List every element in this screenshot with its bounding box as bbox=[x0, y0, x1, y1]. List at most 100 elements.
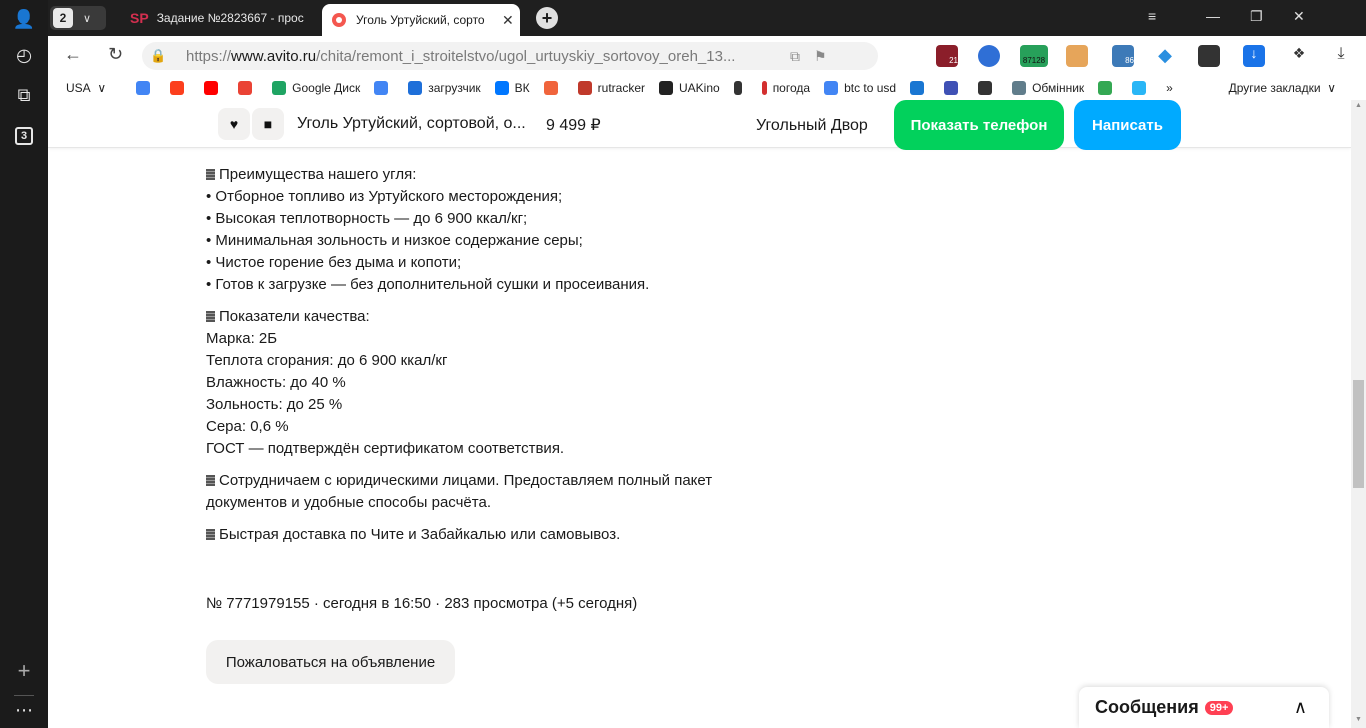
page-scrollbar[interactable]: ▲ ▼ bbox=[1351, 100, 1366, 728]
chess-icon bbox=[733, 81, 742, 95]
google-icon bbox=[824, 81, 839, 95]
region-selector[interactable]: USA ∨ bbox=[66, 81, 106, 95]
ext-badge: 87128 bbox=[1022, 56, 1046, 65]
bookmark-item[interactable] bbox=[910, 81, 930, 95]
collections-icon[interactable]: ⧉ bbox=[8, 80, 40, 110]
menu-icon[interactable]: ≡ bbox=[1148, 8, 1156, 24]
url-field[interactable]: 🔒 https://www.avito.ru/chita/remont_i_st… bbox=[142, 42, 878, 70]
bookmark-item[interactable] bbox=[733, 81, 748, 95]
address-bar: ← ↻ 🔒 https://www.avito.ru/chita/remont_… bbox=[48, 36, 1366, 76]
add-panel-icon[interactable]: + bbox=[8, 656, 40, 686]
quality-item: ГОСТ — подтверждён сертификатом соответс… bbox=[206, 440, 565, 457]
bookmark-item[interactable]: UAKino bbox=[659, 81, 720, 95]
tab-count-button[interactable]: 2 ∨ bbox=[50, 6, 106, 30]
quality-item: Марка: 2Б bbox=[206, 330, 278, 347]
ext-face-icon[interactable] bbox=[1066, 45, 1088, 67]
bullet-square-icon bbox=[206, 311, 215, 322]
bookmark-item[interactable] bbox=[543, 81, 564, 95]
bookmark-icon[interactable]: ⚑ bbox=[814, 48, 827, 65]
ad-price: 9 499 ₽ bbox=[546, 117, 601, 134]
favorite-heart-icon[interactable]: ♥ bbox=[218, 108, 250, 140]
bookmark-item[interactable] bbox=[978, 81, 998, 95]
bookmarks-overflow[interactable]: » bbox=[1166, 81, 1173, 95]
ext-network-icon[interactable] bbox=[978, 45, 1000, 67]
region-label: USA bbox=[66, 81, 91, 95]
bookmark-item[interactable] bbox=[204, 81, 224, 95]
avito-favicon-icon bbox=[332, 13, 346, 27]
vk-icon bbox=[494, 81, 509, 95]
ext-price-icon[interactable]: 87128 bbox=[1020, 45, 1048, 67]
profile-icon[interactable]: 👤 bbox=[8, 4, 40, 34]
p-icon bbox=[910, 81, 925, 95]
messages-panel[interactable]: Сообщения 99+ ∧ bbox=[1079, 687, 1329, 728]
scrollbar-thumb[interactable] bbox=[1353, 380, 1364, 488]
url-path: /chita/remont_i_stroitelstvo/ugol_urtuys… bbox=[316, 47, 736, 65]
advantage-item: • Чистое горение без дыма и копоти; bbox=[206, 254, 462, 271]
url-host: www.avito.ru bbox=[231, 47, 317, 65]
scroll-up-icon[interactable]: ▲ bbox=[1355, 102, 1362, 109]
show-phone-button[interactable]: Показать телефон bbox=[894, 100, 1064, 150]
lock-icon[interactable]: 🔒 bbox=[150, 48, 170, 64]
history-icon[interactable]: ◴ bbox=[8, 40, 40, 70]
bookmark-item[interactable]: Обмінник bbox=[1012, 81, 1084, 95]
tabs-count-badge[interactable]: 3 bbox=[15, 127, 33, 145]
bookmark-item[interactable] bbox=[1098, 81, 1118, 95]
advantage-item: • Минимальная зольность и низкое содержа… bbox=[206, 232, 583, 249]
copy-icon[interactable]: ⧉ bbox=[790, 48, 800, 65]
reload-icon[interactable]: ↻ bbox=[108, 44, 123, 65]
bookmark-item[interactable]: загрузчик bbox=[408, 81, 481, 95]
ad-title[interactable]: Уголь Уртуйский, сортовой, о... bbox=[297, 115, 526, 133]
ext-download-icon[interactable]: ↓ bbox=[1243, 45, 1265, 67]
seller-name[interactable]: Угольный Двор bbox=[756, 117, 868, 135]
bookmark-item[interactable] bbox=[136, 81, 156, 95]
rutracker-icon bbox=[577, 81, 592, 95]
new-tab-icon[interactable]: + bbox=[536, 7, 558, 29]
bookmark-item[interactable]: ВК bbox=[494, 81, 530, 95]
advantage-item: • Отборное топливо из Уртуйского месторо… bbox=[206, 188, 563, 205]
close-tab-icon[interactable]: ✕ bbox=[502, 12, 514, 29]
bookmark-item[interactable]: Google Диск bbox=[272, 81, 360, 95]
delivery-text: Быстрая доставка по Чите и Забайкалью ил… bbox=[219, 526, 621, 543]
close-window-icon[interactable]: ✕ bbox=[1293, 8, 1305, 25]
ad-meta: № 7771979155 · сегодня в 16:50 · 283 про… bbox=[206, 595, 638, 612]
bookmark-item[interactable] bbox=[170, 81, 190, 95]
quality-item: Теплота сгорания: до 6 900 ккал/кг bbox=[206, 352, 448, 369]
other-bookmarks-label: Другие закладки bbox=[1228, 81, 1321, 95]
bookmark-item[interactable] bbox=[374, 81, 394, 95]
minimize-icon[interactable]: — bbox=[1206, 8, 1220, 24]
bookmarks-bar: USA ∨ Google Диск загрузчик ВК rutracker… bbox=[48, 76, 1366, 100]
tab-task[interactable]: SP Задание №2823667 - прос bbox=[130, 4, 320, 32]
write-message-button[interactable]: Написать bbox=[1074, 100, 1181, 150]
restore-icon[interactable]: ❐ bbox=[1250, 8, 1263, 25]
maps-icon bbox=[1098, 81, 1113, 95]
bookmark-item[interactable] bbox=[944, 81, 964, 95]
tab-avito-active[interactable]: Уголь Уртуйский, сорто ✕ bbox=[322, 4, 520, 36]
advantage-item: • Готов к загрузке — без дополнительной … bbox=[206, 276, 650, 293]
advantages-heading: Преимущества нашего угля: bbox=[206, 164, 766, 186]
ext-puzzle-icon[interactable]: ❖ bbox=[1288, 45, 1310, 67]
bookmark-item[interactable]: погода bbox=[761, 81, 811, 95]
more-icon[interactable]: ⋯ bbox=[8, 695, 40, 725]
bookmark-item[interactable] bbox=[238, 81, 258, 95]
url-prefix: https:// bbox=[186, 47, 232, 65]
report-ad-button[interactable]: Пожаловаться на объявление bbox=[206, 640, 455, 684]
other-bookmarks[interactable]: Другие закладки ∨ bbox=[1229, 81, 1336, 95]
yandex-icon bbox=[170, 81, 185, 95]
bc-icon bbox=[978, 81, 993, 95]
note-icon[interactable]: ■ bbox=[252, 108, 284, 140]
scroll-down-icon[interactable]: ▼ bbox=[1355, 716, 1362, 723]
ext-diamond-icon[interactable]: ◆ bbox=[1154, 45, 1176, 67]
ext-shield-icon[interactable]: 21 bbox=[936, 45, 958, 67]
bookmark-label: погода bbox=[772, 81, 811, 95]
exchange-icon bbox=[1012, 81, 1027, 95]
back-icon[interactable]: ← bbox=[64, 44, 82, 65]
bookmark-item[interactable]: btc to usd bbox=[824, 81, 896, 95]
ext-terminal-icon[interactable] bbox=[1198, 45, 1220, 67]
bookmark-item[interactable]: rutracker bbox=[577, 81, 645, 95]
chevron-up-icon[interactable]: ∧ bbox=[1294, 697, 1307, 718]
bookmark-label: загрузчик bbox=[428, 81, 481, 95]
google-icon bbox=[136, 81, 151, 95]
downloads-icon[interactable]: ⤓ bbox=[1330, 45, 1352, 67]
ext-calendar-icon[interactable]: 86 bbox=[1112, 45, 1134, 67]
bookmark-item[interactable] bbox=[1132, 81, 1152, 95]
